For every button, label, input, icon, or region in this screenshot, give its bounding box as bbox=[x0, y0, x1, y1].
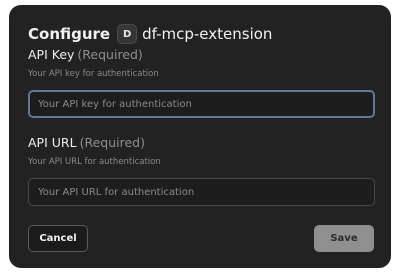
api-key-label: API Key (Required) bbox=[28, 47, 143, 62]
api-url-required-text: (Required) bbox=[79, 135, 145, 150]
api-url-label-text: API URL bbox=[28, 135, 77, 150]
dialog-title: Configure bbox=[28, 25, 111, 43]
api-key-required-text: (Required) bbox=[77, 47, 143, 62]
extension-name: df-mcp-extension bbox=[142, 25, 273, 43]
api-url-label: API URL (Required) bbox=[28, 135, 145, 150]
cancel-button[interactable]: Cancel bbox=[28, 225, 88, 252]
api-key-description: Your API key for authentication bbox=[28, 69, 159, 79]
extension-letter-icon: D bbox=[117, 24, 138, 44]
configure-dialog: Configure D df-mcp-extension API Key (Req… bbox=[9, 5, 391, 268]
api-key-label-text: API Key bbox=[28, 47, 75, 62]
save-button[interactable]: Save bbox=[314, 225, 374, 252]
api-url-input[interactable] bbox=[28, 178, 375, 206]
api-key-input[interactable] bbox=[28, 90, 375, 118]
api-url-description: Your API URL for authentication bbox=[28, 157, 161, 167]
dialog-title-row: Configure D df-mcp-extension bbox=[28, 22, 272, 46]
